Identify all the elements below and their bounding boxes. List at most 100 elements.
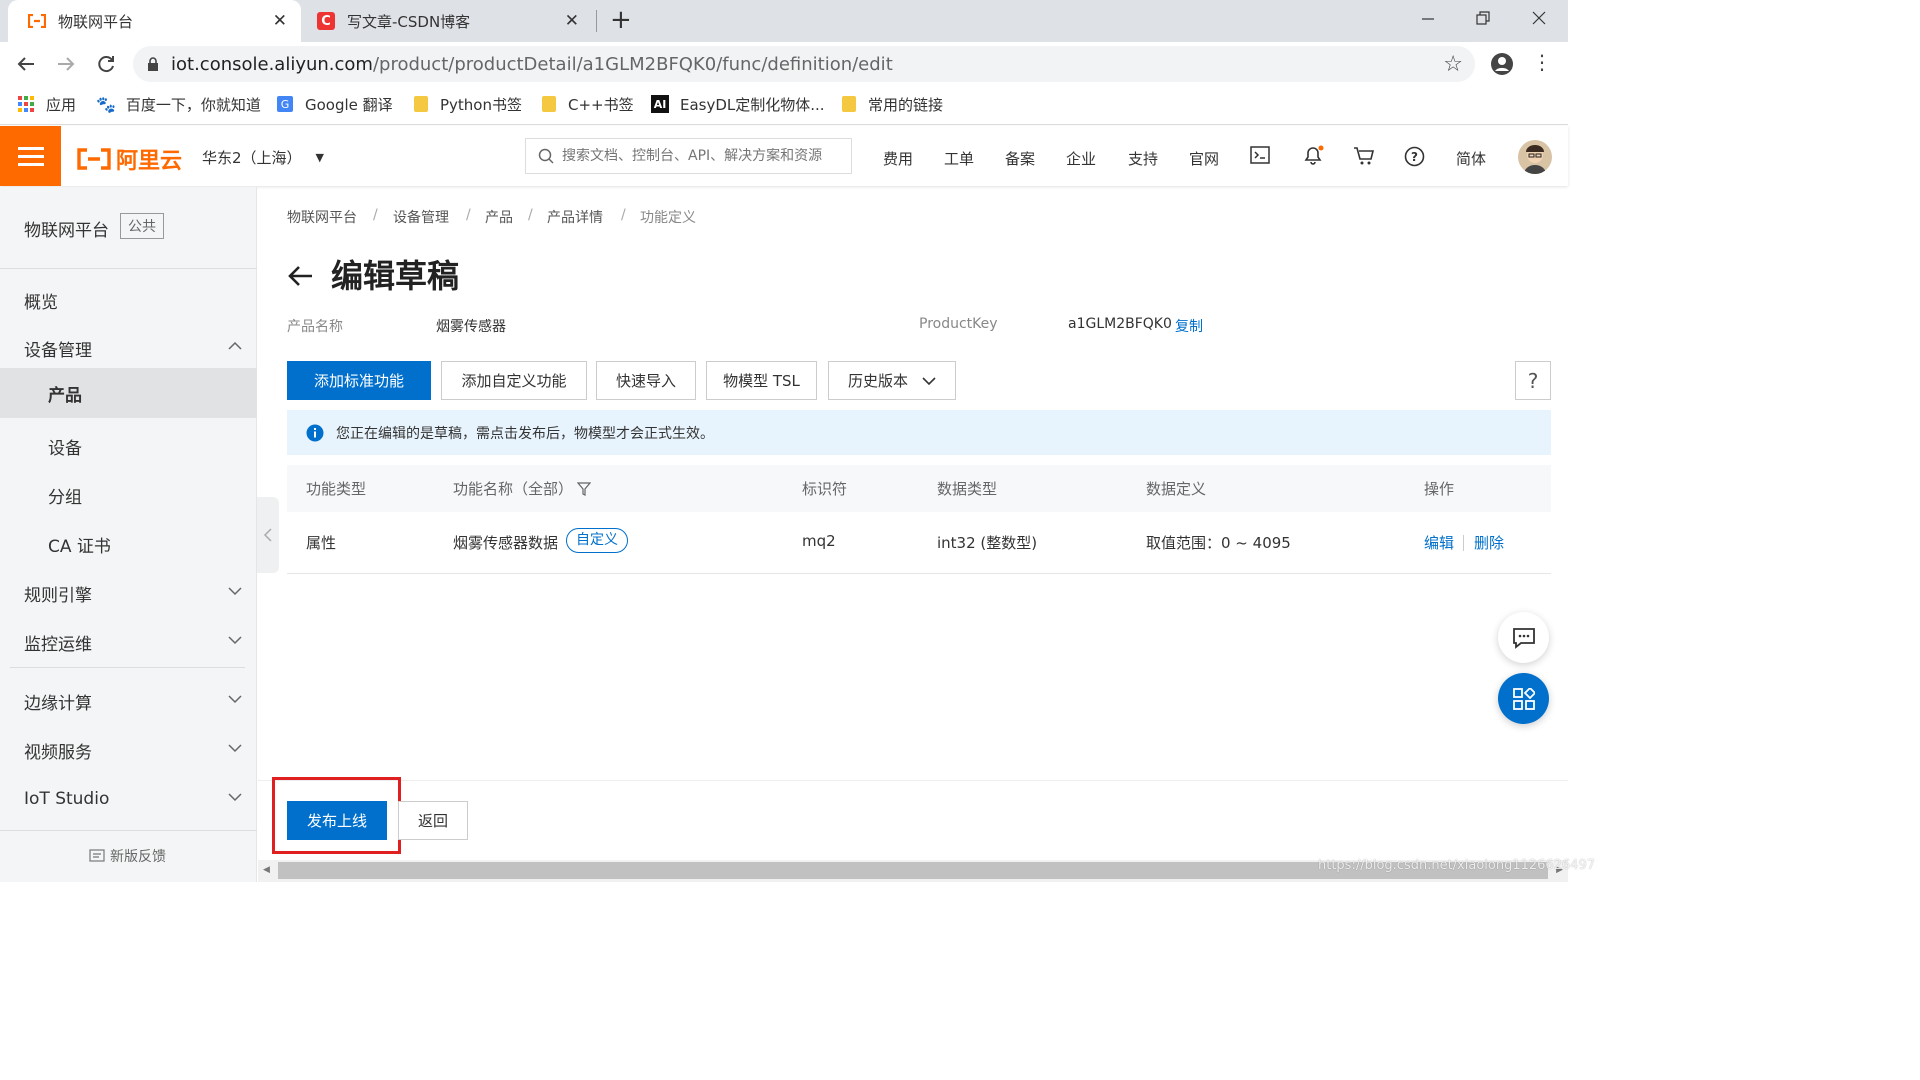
chevron-down-icon	[228, 695, 242, 704]
tab-title: 物联网平台	[58, 12, 134, 31]
reload-icon[interactable]	[92, 50, 120, 78]
filter-icon[interactable]	[577, 482, 591, 496]
browser-toolbar: iot.console.aliyun.com/product/productDe…	[0, 42, 1568, 85]
column-header: 数据定义	[1146, 480, 1207, 498]
cart-icon[interactable]	[1353, 146, 1375, 170]
brand-name: 阿里云	[116, 149, 183, 174]
help-icon[interactable]: ?	[1404, 146, 1425, 171]
sidebar-item-iot-studio[interactable]: IoT Studio	[0, 775, 257, 823]
add-custom-function-button[interactable]: 添加自定义功能	[441, 361, 587, 400]
sidebar-item-edge[interactable]: 边缘计算	[0, 677, 257, 725]
sidebar-item-overview[interactable]: 概览	[0, 276, 257, 324]
close-tab-icon[interactable]: ✕	[273, 11, 287, 31]
column-header: 数据类型	[937, 480, 998, 498]
restore-icon[interactable]	[1463, 4, 1503, 32]
terminal-icon[interactable]	[1250, 146, 1270, 168]
sidebar-item-group[interactable]: 分组	[0, 471, 257, 519]
hamburger-menu-icon[interactable]	[0, 126, 61, 186]
aliyun-logo[interactable]: 阿里云	[76, 143, 182, 175]
page-back-arrow-icon[interactable]	[286, 262, 314, 294]
bookmark-cpp[interactable]: C++书签	[542, 93, 634, 115]
bookmark-links[interactable]: 常用的链接	[842, 93, 943, 115]
nav-support[interactable]: 支持	[1128, 148, 1158, 169]
breadcrumb-current: 功能定义	[640, 210, 696, 226]
minimize-icon[interactable]	[1408, 4, 1448, 32]
region-selector[interactable]: 华东2（上海） ▼	[202, 147, 324, 168]
highlight-box	[272, 777, 401, 854]
tab-title: 写文章-CSDN博客	[347, 12, 471, 31]
lock-icon	[147, 56, 159, 72]
nav-official[interactable]: 官网	[1189, 148, 1219, 169]
tsl-button[interactable]: 物模型 TSL	[706, 361, 817, 400]
sidebar: 物联网平台 公共 概览 设备管理 产品 设备 分组 CA 证书 规则引擎 监控运…	[0, 187, 257, 882]
sidebar-item-monitor[interactable]: 监控运维	[0, 618, 257, 666]
forward-arrow-icon[interactable]	[52, 50, 80, 78]
product-name-label: 产品名称	[287, 319, 343, 335]
nav-ticket[interactable]: 工单	[944, 148, 974, 169]
bookmark-star-icon[interactable]: ☆	[1443, 52, 1463, 77]
breadcrumb-item[interactable]: 物联网平台	[287, 207, 357, 227]
avatar[interactable]	[1518, 140, 1552, 174]
bookmark-easydl[interactable]: AI EasyDL定制化物体...	[651, 93, 825, 115]
apps-grid-icon	[18, 96, 34, 112]
aliyun-favicon-icon	[28, 12, 46, 30]
bookmark-baidu[interactable]: 🐾 百度一下，你就知道	[96, 93, 261, 115]
breadcrumb-item[interactable]: 设备管理	[393, 207, 449, 227]
page-title: 编辑草稿	[331, 257, 460, 295]
console-topbar: 阿里云 华东2（上海） ▼ 费用 工单 备案 企业 支持 官网 ? 简体	[0, 126, 1568, 186]
tab-divider	[596, 10, 597, 32]
copy-link[interactable]: 复制	[1175, 316, 1203, 336]
column-header: 功能类型	[306, 480, 367, 498]
cell-data-definition: 取值范围：0 ~ 4095	[1146, 534, 1291, 552]
back-arrow-icon[interactable]	[12, 50, 40, 78]
url-path: /product/productDetail/a1GLM2BFQK0/func/…	[372, 53, 893, 75]
console-search[interactable]	[525, 138, 852, 174]
nav-icp[interactable]: 备案	[1005, 148, 1035, 169]
nav-fee[interactable]: 费用	[883, 148, 913, 169]
help-question-button[interactable]: ?	[1515, 361, 1551, 400]
sidebar-item-product[interactable]: 产品	[0, 368, 257, 418]
sidebar-item-rules[interactable]: 规则引擎	[0, 569, 257, 617]
apps-float-button[interactable]	[1498, 673, 1549, 724]
edit-link[interactable]: 编辑	[1424, 532, 1454, 553]
language-switch[interactable]: 简体	[1456, 148, 1486, 169]
sidebar-item-video[interactable]: 视频服务	[0, 726, 257, 774]
delete-link[interactable]: 删除	[1474, 532, 1504, 553]
history-version-dropdown[interactable]: 历史版本	[828, 361, 956, 400]
bell-icon[interactable]	[1302, 144, 1324, 170]
bookmark-python[interactable]: Python书签	[414, 93, 522, 115]
browser-tab-csdn[interactable]: C 写文章-CSDN博客 ✕	[301, 0, 593, 42]
sidebar-item-device-mgmt[interactable]: 设备管理	[0, 324, 257, 372]
sidebar-item-ca-cert[interactable]: CA 证书	[0, 520, 257, 568]
folder-icon	[842, 96, 856, 112]
sidebar-collapse-handle[interactable]	[257, 497, 279, 573]
close-tab-icon[interactable]: ✕	[565, 11, 579, 31]
feedback-link[interactable]: 新版反馈	[89, 846, 166, 866]
bookmark-apps[interactable]: 应用	[18, 93, 76, 115]
profile-icon[interactable]	[1489, 51, 1515, 77]
cell-identifier: mq2	[802, 532, 836, 550]
nav-enterprise[interactable]: 企业	[1066, 148, 1096, 169]
watermark: https://blog.csdn.net/xiaolong1126626497	[1318, 858, 1596, 873]
quick-import-button[interactable]: 快速导入	[596, 361, 696, 400]
sidebar-divider	[10, 667, 245, 668]
browser-menu-icon[interactable]: ⋮	[1532, 52, 1552, 72]
chat-float-button[interactable]	[1498, 612, 1549, 663]
address-bar[interactable]: iot.console.aliyun.com/product/productDe…	[133, 46, 1475, 82]
new-tab-button[interactable]: +	[610, 5, 632, 35]
breadcrumb-item[interactable]: 产品详情	[547, 207, 603, 227]
sidebar-item-device[interactable]: 设备	[0, 422, 257, 470]
breadcrumb-item[interactable]: 产品	[485, 207, 513, 227]
caret-down-icon: ▼	[315, 151, 325, 164]
bookmark-google-translate[interactable]: G Google 翻译	[277, 93, 393, 115]
folder-icon	[542, 96, 556, 112]
browser-tab-iot[interactable]: 物联网平台 ✕	[8, 0, 301, 42]
chat-icon	[1512, 627, 1535, 649]
search-input[interactable]	[562, 148, 842, 164]
chevron-down-icon	[228, 587, 242, 596]
scroll-left-icon[interactable]: ◀	[263, 865, 270, 875]
add-standard-function-button[interactable]: 添加标准功能	[287, 361, 431, 400]
back-button[interactable]: 返回	[398, 801, 468, 840]
close-window-icon[interactable]	[1519, 4, 1559, 32]
chevron-down-icon	[228, 744, 242, 753]
